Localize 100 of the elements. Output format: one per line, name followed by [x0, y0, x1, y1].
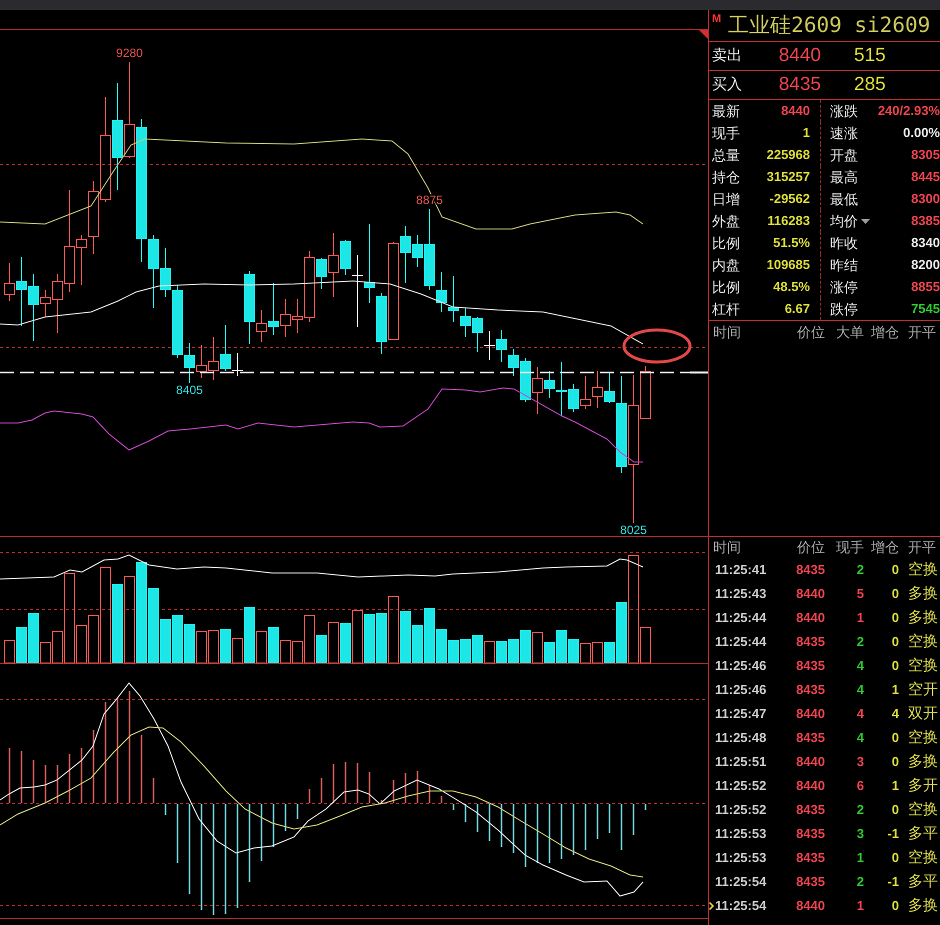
volume-bar — [388, 596, 399, 664]
trade-price: 8435 — [795, 633, 825, 652]
stat-value: -29562 — [770, 190, 810, 208]
trade-volume: 2 — [856, 633, 864, 652]
trade-volume: 4 — [856, 705, 864, 724]
trade-price: 8440 — [795, 777, 825, 796]
open-interest-change: 1 — [890, 681, 899, 700]
volume-bar — [400, 611, 411, 663]
trade-time: 11:25:51 — [715, 753, 766, 772]
trade-time: 11:25:46 — [715, 657, 766, 676]
volume-bar — [208, 630, 219, 664]
volume-bar — [592, 642, 603, 664]
volume-bar — [184, 624, 195, 663]
trade-time: 11:25:43 — [715, 585, 766, 604]
column-header: 价位 — [796, 322, 825, 342]
stat-value: 315257 — [766, 168, 810, 186]
stat-label: 跌停 — [830, 300, 858, 318]
volume-bar — [364, 614, 375, 663]
open-interest-change: 0 — [890, 753, 899, 772]
trade-volume: 5 — [856, 585, 864, 604]
stat-label: 杠杆 — [712, 300, 740, 318]
stat-value: 225968 — [766, 146, 810, 164]
volume-bar — [580, 643, 591, 664]
volume-bar — [340, 623, 351, 663]
stat-value: 1 — [802, 124, 810, 142]
candle — [496, 330, 507, 362]
stat-label: 外盘 — [712, 212, 740, 230]
trade-time: 11:25:47 — [715, 705, 766, 724]
open-interest-change: 0 — [890, 897, 899, 916]
column-header: 价位 — [796, 538, 825, 557]
trade-type: 空换 — [907, 728, 939, 748]
stat-label: 比例 — [712, 234, 740, 252]
dropdown-arrow-icon[interactable] — [861, 218, 870, 224]
trade-type: 空换 — [907, 560, 939, 580]
stat-value: 8855 — [911, 278, 940, 296]
volume-bar — [460, 639, 471, 663]
stat-value: 8445 — [911, 168, 940, 186]
trade-volume: 3 — [856, 825, 864, 844]
candle — [196, 344, 207, 378]
trade-time: 11:25:54 — [715, 897, 766, 916]
trade-type: 多平 — [907, 824, 939, 844]
column-header: 时间 — [712, 322, 742, 342]
column-header: 大单 — [835, 322, 864, 342]
candle — [484, 330, 496, 360]
trade-type: 空开 — [907, 680, 939, 700]
trade-volume: 2 — [856, 561, 864, 580]
stat-value: 48.5% — [773, 278, 810, 296]
volume-bar — [568, 639, 579, 663]
trade-volume: 4 — [856, 729, 864, 748]
stat-label: 昨收 — [830, 234, 858, 252]
stat-value: 8340 — [911, 234, 940, 252]
contract-title: 工业硅2609 si2609 — [728, 12, 930, 39]
candle — [208, 336, 219, 380]
volume-bar — [520, 630, 531, 663]
stat-value: 240/2.93% — [878, 102, 940, 120]
order-price: 8435 — [778, 72, 821, 97]
trade-type: 多换 — [907, 584, 939, 604]
trade-volume: 1 — [856, 849, 864, 868]
trade-type: 空换 — [907, 800, 939, 820]
stat-label: 最低 — [830, 190, 858, 208]
stat-value: 116283 — [767, 212, 810, 230]
open-interest-change: -1 — [886, 825, 899, 844]
stat-label: 最高 — [830, 168, 858, 186]
volume-bar — [508, 639, 519, 663]
candle — [472, 316, 483, 352]
triangle-icon — [699, 30, 708, 39]
order-volume: 285 — [853, 72, 886, 97]
stat-label: 最新 — [712, 102, 740, 120]
stat-label: 比例 — [712, 278, 740, 296]
open-interest-change: 0 — [890, 729, 899, 748]
trade-volume: 4 — [856, 681, 864, 700]
trade-time: 11:25:53 — [715, 825, 766, 844]
stat-value: 0.00% — [903, 124, 940, 142]
high-price-label: 9280 — [116, 46, 143, 60]
trade-price: 8440 — [795, 609, 825, 628]
column-header: 时间 — [712, 538, 742, 557]
volume-bar — [472, 635, 483, 663]
stat-label: 总量 — [712, 146, 740, 164]
stat-label: 现手 — [712, 124, 740, 142]
trade-price: 8435 — [795, 825, 825, 844]
trade-type: 空换 — [907, 632, 939, 652]
open-interest-change: 0 — [890, 609, 899, 628]
trade-volume: 4 — [856, 657, 864, 676]
order-price: 8440 — [778, 44, 821, 68]
trade-time: 11:25:46 — [715, 681, 766, 700]
open-interest-change: 0 — [890, 561, 899, 580]
trade-price: 8440 — [795, 705, 825, 724]
open-interest-change: 0 — [890, 585, 899, 604]
stat-value: 8385 — [911, 212, 940, 230]
order-volume: 515 — [853, 44, 886, 68]
highlight-ellipse — [622, 328, 692, 364]
stat-value: 8200 — [911, 256, 940, 274]
volume-bar — [484, 641, 495, 664]
open-interest-change: 1 — [890, 777, 899, 796]
open-interest-change: 0 — [890, 849, 899, 868]
stat-value: 109685 — [766, 256, 810, 274]
trade-price: 8435 — [795, 801, 825, 820]
volume-bar — [352, 610, 363, 664]
column-header: 开平 — [907, 322, 937, 342]
market-code-label: M — [712, 14, 722, 25]
